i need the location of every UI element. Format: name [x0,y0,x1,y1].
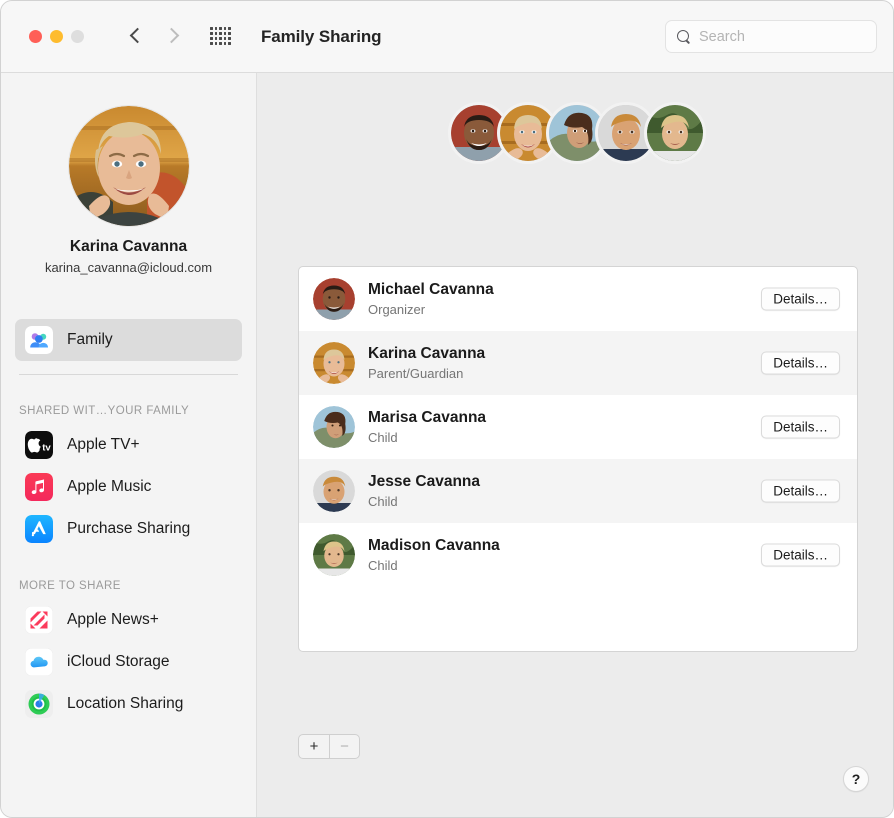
sidebar-divider [19,374,238,375]
details-button[interactable]: Details… [761,479,840,503]
member-info: Michael Cavanna Organizer [368,281,494,317]
sidebar-item-apple-music[interactable]: Apple Music [15,466,242,508]
sidebar-item-label: Apple TV+ [67,436,140,453]
table-row[interactable]: Madison Cavanna Child Details… [299,523,857,587]
sidebar-item-apple-tv[interactable]: tv Apple TV+ [15,424,242,466]
search-icon [677,29,691,44]
member-name: Madison Cavanna [368,537,500,554]
sidebar-more-list: Apple News+ iCloud Storage Location Shar… [1,599,256,725]
chevron-left-icon[interactable] [131,27,142,46]
grid-apps-icon[interactable] [210,27,231,46]
details-button[interactable]: Details… [761,351,840,375]
avatar [313,470,355,512]
avatar [313,278,355,320]
minimize-button[interactable] [50,30,63,43]
sidebar-item-apple-news[interactable]: Apple News+ [15,599,242,641]
member-role: Parent/Guardian [368,366,464,381]
avatar[interactable] [68,106,189,226]
icloud-icon [25,648,53,676]
apple-music-icon [25,473,53,501]
member-name: Karina Cavanna [368,345,486,362]
apple-news-icon [25,606,53,634]
window-title: Family Sharing [261,26,382,46]
sidebar-item-label: iCloud Storage [67,653,170,670]
sidebar-item-label: Location Sharing [67,695,184,712]
sidebar-item-family[interactable]: Family [15,319,242,361]
details-button[interactable]: Details… [761,287,840,311]
svg-text:tv: tv [42,443,51,454]
main-panel: Family Sharing [258,73,893,817]
details-button[interactable]: Details… [761,415,840,439]
member-name: Marisa Cavanna [368,409,487,426]
close-button[interactable] [29,30,42,43]
sidebar-primary-list: Family [1,319,256,361]
titlebar: Family Sharing [1,1,893,73]
member-role: Child [368,558,398,573]
member-name: Jesse Cavanna [368,473,481,490]
help-button[interactable]: ? [843,766,869,792]
sidebar-item-label: Purchase Sharing [67,520,191,537]
sidebar-section-header-more: MORE TO SHARE [19,580,121,592]
member-info: Madison Cavanna Child [368,537,500,573]
sidebar-item-location-sharing[interactable]: Location Sharing [15,683,242,725]
chevron-right-icon[interactable] [166,27,177,46]
family-member-list: Michael Cavanna Organizer Details… Karin… [298,266,858,652]
sidebar-item-icloud-storage[interactable]: iCloud Storage [15,641,242,683]
family-group-icon [25,326,53,354]
member-role: Organizer [368,302,426,317]
profile-email: karina_cavanna@icloud.com [44,260,213,275]
sidebar-item-purchase-sharing[interactable]: Purchase Sharing [15,508,242,550]
details-button[interactable]: Details… [761,543,840,567]
table-row[interactable]: Karina Cavanna Parent/Guardian Details… [299,331,857,395]
avatar [313,342,355,384]
member-role: Child [368,430,398,445]
member-role: Child [368,494,398,509]
add-member-button[interactable]: + [299,735,329,758]
family-sharing-window: Family Sharing Search Karina Cavanna kar… [0,0,894,818]
avatar [313,406,355,448]
table-row[interactable]: Marisa Cavanna Child Details… [299,395,857,459]
sidebar-item-label: Family [67,331,113,348]
member-info: Marisa Cavanna Child [368,409,486,445]
search-input[interactable] [699,28,859,45]
add-remove-controls: + − [298,734,360,759]
profile-name: Karina Cavanna [69,238,188,255]
apple-tv-icon: tv [25,431,53,459]
profile-block: Karina Cavanna karina_cavanna@icloud.com [1,73,256,275]
zoom-button[interactable] [71,30,84,43]
find-my-icon [25,690,53,718]
sidebar-shared-list: tv Apple TV+ Apple Music Purchase Sharin… [1,424,256,550]
table-row[interactable]: Michael Cavanna Organizer Details… [299,267,857,331]
avatar [643,102,706,164]
member-info: Karina Cavanna Parent/Guardian [368,345,485,381]
sidebar-item-label: Apple Music [67,478,152,495]
window-controls [29,30,84,43]
search-field[interactable] [665,20,877,53]
sidebar-item-label: Apple News+ [67,611,159,628]
navigation-buttons [131,27,177,46]
member-name: Michael Cavanna [368,281,494,298]
member-info: Jesse Cavanna Child [368,473,480,509]
avatar [313,534,355,576]
app-store-icon [25,515,53,543]
family-avatar-cluster [258,102,893,164]
table-row[interactable]: Jesse Cavanna Child Details… [299,459,857,523]
sidebar: Karina Cavanna karina_cavanna@icloud.com… [1,73,257,817]
remove-member-button[interactable]: − [329,735,359,758]
sidebar-section-header-shared: SHARED WIT…YOUR FAMILY [19,405,190,417]
